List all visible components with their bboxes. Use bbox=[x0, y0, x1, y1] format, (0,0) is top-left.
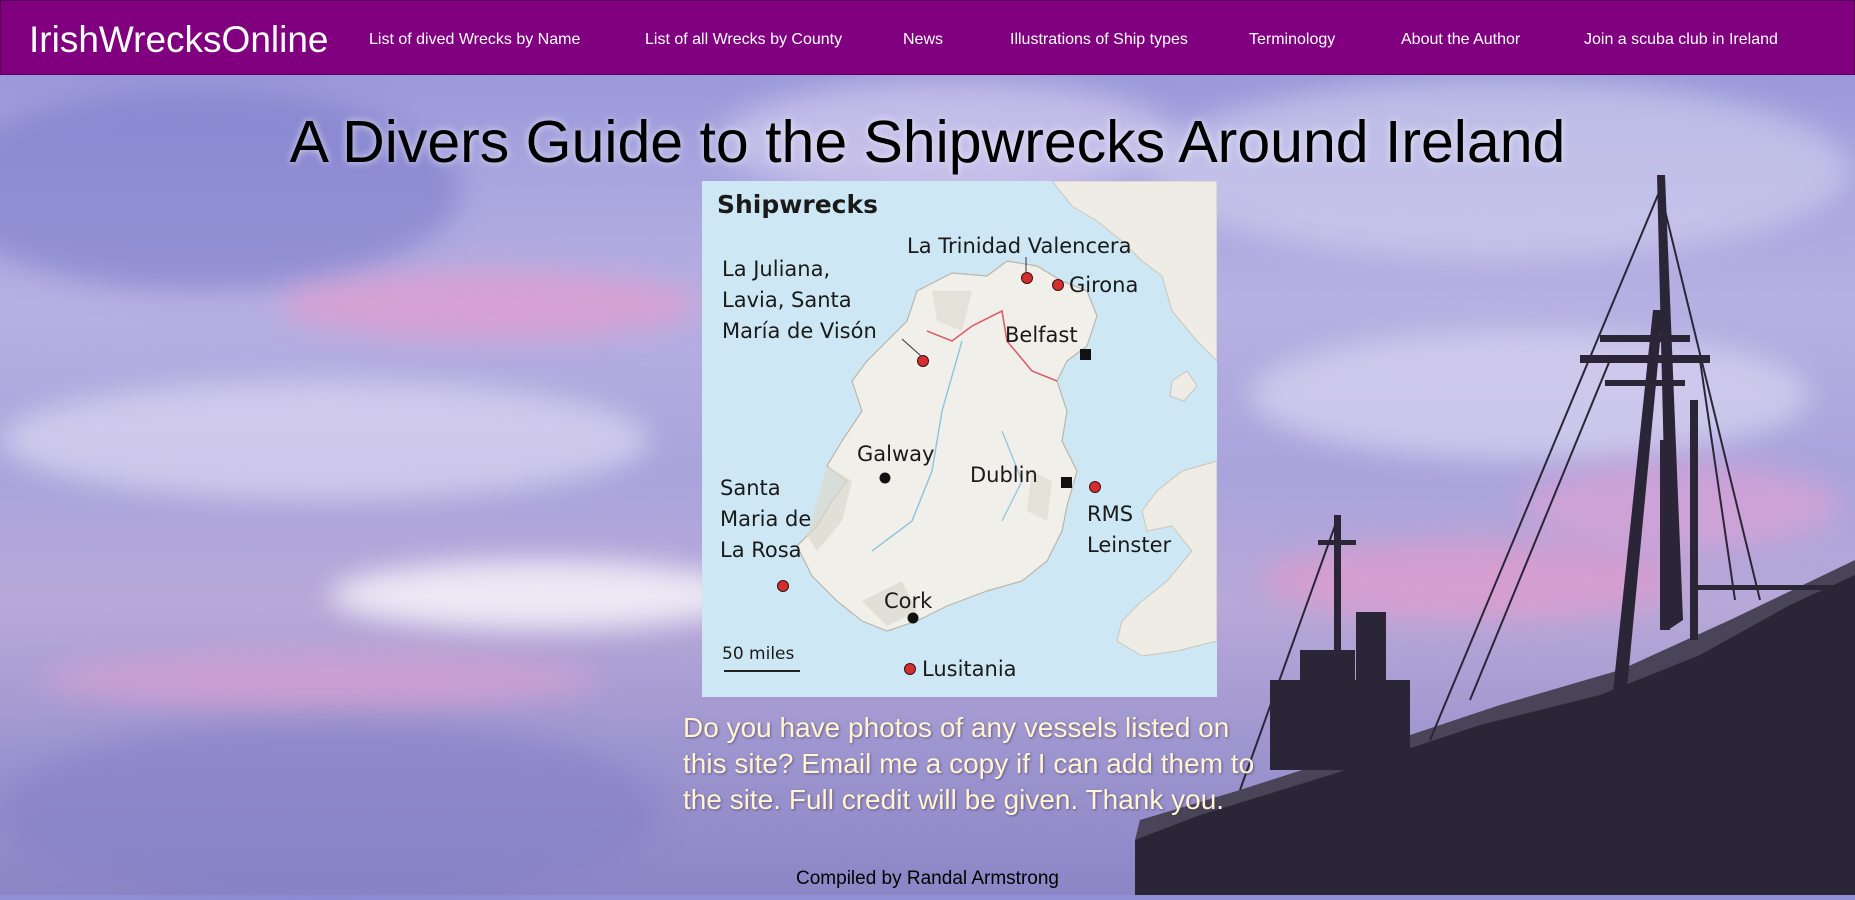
wreck-marker-la-juliana bbox=[917, 355, 929, 367]
wreck-label-girona: Girona bbox=[1069, 273, 1138, 297]
wreck-marker-girona bbox=[1052, 279, 1064, 291]
author-credit: Compiled by Randal Armstrong bbox=[796, 868, 1059, 889]
wreck-label-lusitania: Lusitania bbox=[922, 657, 1017, 681]
wreck-marker-lusitania bbox=[904, 663, 916, 675]
city-label-belfast: Belfast bbox=[1005, 323, 1078, 347]
nav-link-join-scuba-club[interactable]: Join a scuba club in Ireland bbox=[1584, 32, 1778, 48]
photo-request-notice: Do you have photos of any vessels listed… bbox=[683, 712, 1255, 815]
shipwrecks-map: Shipwrecks La Trinidad Valencera Girona … bbox=[702, 181, 1217, 697]
city-marker-dublin bbox=[1061, 477, 1072, 488]
nav-link-ship-illustrations[interactable]: Illustrations of Ship types bbox=[1010, 32, 1188, 48]
page-headline: A Divers Guide to the Shipwrecks Around … bbox=[289, 109, 1566, 175]
city-label-galway: Galway bbox=[857, 442, 934, 466]
city-label-dublin: Dublin bbox=[970, 463, 1038, 487]
nav-link-wrecks-by-name[interactable]: List of dived Wrecks by Name bbox=[369, 32, 580, 48]
wreck-marker-la-trinidad-valencera bbox=[1021, 272, 1033, 284]
top-navbar: IrishWrecksOnline List of dived Wrecks b… bbox=[0, 0, 1855, 75]
nav-link-terminology[interactable]: Terminology bbox=[1249, 32, 1335, 48]
city-marker-belfast bbox=[1080, 349, 1091, 360]
wreck-marker-santa-maria-de-la-rosa bbox=[777, 580, 789, 592]
wreck-label-la-trinidad-valencera: La Trinidad Valencera bbox=[907, 234, 1131, 258]
map-scale-label: 50 miles bbox=[722, 644, 795, 664]
city-label-cork: Cork bbox=[884, 589, 933, 613]
nav-link-about-author[interactable]: About the Author bbox=[1401, 32, 1520, 48]
nav-link-news[interactable]: News bbox=[903, 32, 943, 48]
city-marker-galway bbox=[879, 472, 891, 484]
nav-link-wrecks-by-county[interactable]: List of all Wrecks by County bbox=[645, 32, 842, 48]
map-title: Shipwrecks bbox=[717, 190, 878, 219]
site-brand-link[interactable]: IrishWrecksOnline bbox=[29, 21, 329, 58]
city-marker-cork bbox=[907, 612, 919, 624]
wreck-marker-rms-leinster bbox=[1089, 481, 1101, 493]
